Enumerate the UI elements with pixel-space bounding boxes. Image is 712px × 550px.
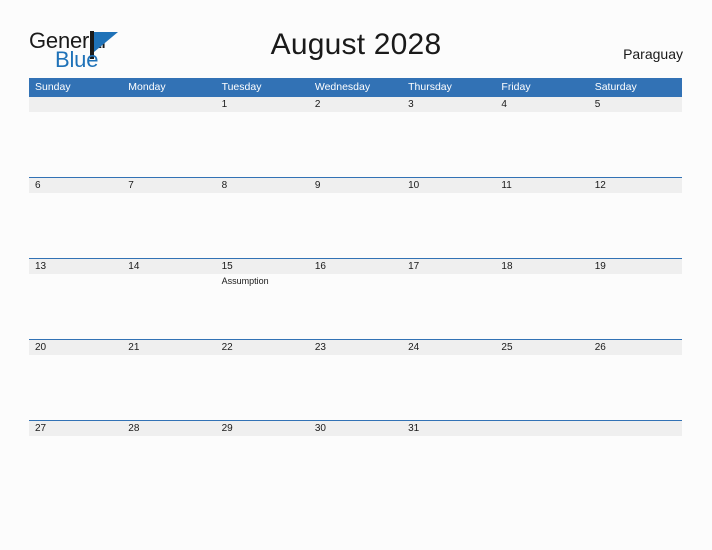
- week-row: 6 7 8 9 10 11 12: [29, 177, 682, 258]
- day-number: 10: [408, 180, 420, 191]
- day-cell[interactable]: 4: [495, 97, 588, 178]
- day-number: 3: [408, 99, 414, 110]
- page-title: August 2028: [270, 28, 442, 61]
- day-cell[interactable]: 3: [402, 97, 495, 178]
- day-number: 5: [594, 99, 601, 110]
- day-cell[interactable]: [495, 421, 588, 502]
- day-number: 27: [35, 423, 47, 434]
- day-number: 9: [314, 180, 321, 191]
- day-cell[interactable]: 31: [402, 421, 495, 502]
- day-cell[interactable]: 29: [216, 421, 309, 502]
- day-number: 21: [128, 342, 140, 353]
- day-number: 30: [314, 423, 326, 434]
- day-cell[interactable]: 10: [402, 178, 495, 259]
- weekday-header-row: Sunday Monday Tuesday Wednesday Thursday…: [29, 78, 682, 96]
- day-number: 4: [501, 99, 507, 110]
- day-number: 18: [501, 261, 513, 272]
- day-cell[interactable]: [589, 421, 682, 502]
- day-number: 8: [221, 180, 228, 191]
- day-cell[interactable]: 17: [402, 259, 495, 340]
- day-cell[interactable]: 14: [122, 259, 215, 340]
- day-number: 14: [128, 261, 140, 272]
- day-number: 2: [314, 99, 321, 110]
- day-number: 15: [221, 261, 233, 272]
- day-number: 11: [501, 180, 512, 191]
- day-cell[interactable]: 16: [309, 259, 402, 340]
- day-cell[interactable]: [29, 97, 122, 178]
- weekday-header-tuesday: Tuesday: [221, 81, 262, 93]
- day-number: 23: [314, 342, 326, 353]
- day-cell[interactable]: 19: [589, 259, 682, 340]
- day-number: 28: [128, 423, 140, 434]
- day-cell[interactable]: 11: [495, 178, 588, 259]
- weekday-header-monday: Monday: [128, 81, 166, 93]
- day-cell[interactable]: 7: [122, 178, 215, 259]
- day-number: 31: [408, 423, 420, 434]
- week-row: 20 21 22 23 24 25 26: [29, 339, 682, 420]
- day-number: 20: [35, 342, 47, 353]
- day-number: 7: [128, 180, 134, 191]
- day-number: 26: [594, 342, 606, 353]
- country-label: Paraguay: [623, 46, 683, 62]
- day-number: 25: [501, 342, 513, 353]
- day-cell[interactable]: 15 Assumption: [216, 259, 309, 340]
- day-cell[interactable]: 6: [29, 178, 122, 259]
- day-cell[interactable]: 24: [402, 340, 495, 421]
- day-number: 12: [594, 180, 606, 191]
- day-number: 24: [408, 342, 420, 353]
- day-cell[interactable]: 30: [309, 421, 402, 502]
- weekday-header-wednesday: Wednesday: [314, 81, 371, 93]
- day-number: 19: [594, 261, 606, 272]
- day-cell[interactable]: 9: [309, 178, 402, 259]
- day-cell[interactable]: 26: [589, 340, 682, 421]
- weekday-header-thursday: Thursday: [408, 81, 452, 93]
- day-number: 1: [221, 99, 228, 110]
- day-cell[interactable]: 5: [589, 97, 682, 178]
- day-cell[interactable]: 18: [495, 259, 588, 340]
- day-cell[interactable]: 8: [216, 178, 309, 259]
- day-number: 22: [221, 342, 233, 353]
- page-header: General Blue August 2028 Paraguay: [0, 0, 712, 78]
- day-cell[interactable]: 13: [29, 259, 122, 340]
- day-cell[interactable]: 23: [309, 340, 402, 421]
- day-number: 6: [35, 180, 41, 191]
- day-number: 13: [35, 261, 47, 272]
- weekday-header-sunday: Sunday: [35, 81, 71, 93]
- week-row: 27 28 29 30 31: [29, 420, 682, 501]
- day-cell[interactable]: 25: [495, 340, 588, 421]
- weekday-header-saturday: Saturday: [594, 81, 637, 93]
- week-row: 1 2 3 4 5: [29, 96, 682, 177]
- day-cell[interactable]: 22: [216, 340, 309, 421]
- day-cell[interactable]: 28: [122, 421, 215, 502]
- weekday-header-friday: Friday: [501, 81, 531, 93]
- day-number: 17: [408, 261, 420, 272]
- day-number: 29: [221, 423, 233, 434]
- day-cell[interactable]: 2: [309, 97, 402, 178]
- week-row: 13 14 15 Assumption 16 17 18 19: [29, 258, 682, 339]
- day-cell[interactable]: 1: [216, 97, 309, 178]
- day-number: 16: [314, 261, 326, 272]
- day-cell[interactable]: [122, 97, 215, 178]
- day-cell[interactable]: 21: [122, 340, 215, 421]
- day-event: Assumption: [221, 276, 269, 286]
- calendar-grid: Sunday Monday Tuesday Wednesday Thursday…: [29, 78, 682, 501]
- day-cell[interactable]: 27: [29, 421, 122, 502]
- day-cell[interactable]: 12: [589, 178, 682, 259]
- day-cell[interactable]: 20: [29, 340, 122, 421]
